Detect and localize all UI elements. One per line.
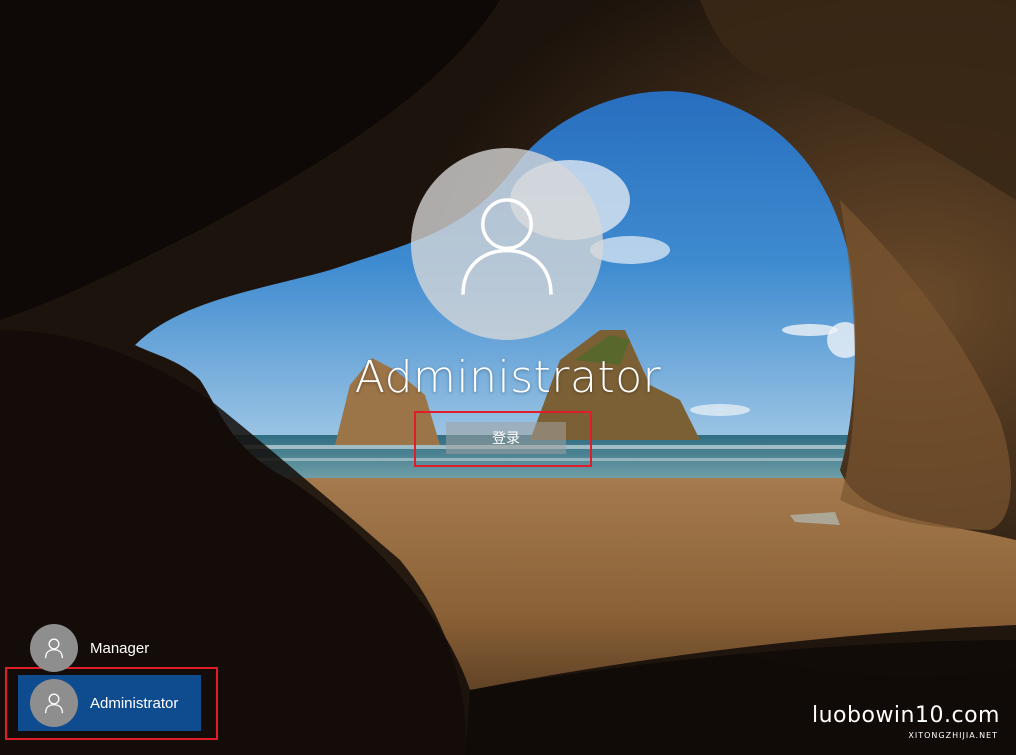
watermark-site: luobowin10.com bbox=[812, 703, 1000, 728]
user-list-item-label: Administrator bbox=[90, 694, 179, 712]
user-list-item-administrator[interactable]: Administrator bbox=[18, 675, 201, 731]
user-icon bbox=[461, 198, 553, 295]
sign-in-button[interactable]: 登录 bbox=[446, 422, 566, 454]
user-icon bbox=[30, 679, 78, 727]
watermark-subtitle: XITONGZHIJIA.NET bbox=[908, 731, 998, 740]
current-username: Administrator bbox=[354, 352, 662, 403]
user-icon bbox=[30, 624, 78, 672]
user-list-item-label: Manager bbox=[90, 639, 150, 657]
user-avatar bbox=[411, 148, 603, 340]
site-watermark: luobowin10.com XITONGZHIJIA.NET bbox=[806, 701, 1006, 747]
user-list-item-manager[interactable]: Manager bbox=[18, 620, 201, 676]
